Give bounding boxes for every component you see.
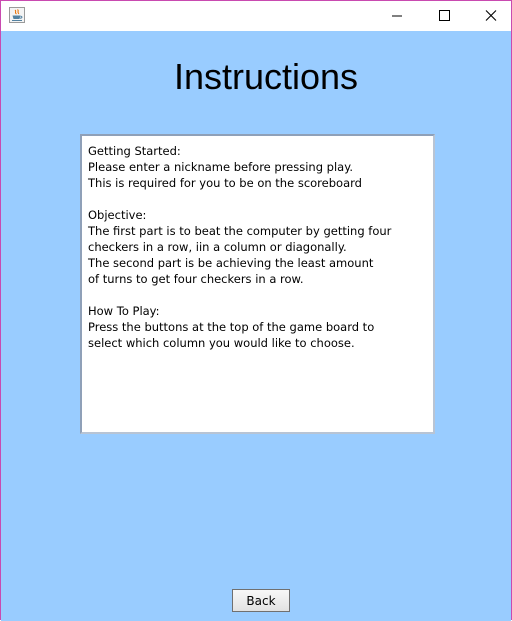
title-bar[interactable] [1, 1, 511, 31]
instructions-line: This is required for you to be on the sc… [88, 176, 362, 190]
instructions-line: How To Play: [88, 304, 160, 318]
maximize-icon [439, 10, 450, 21]
close-button[interactable] [466, 1, 512, 31]
instructions-line: select which column you would like to ch… [88, 336, 355, 350]
instructions-line: Please enter a nickname before pressing … [88, 160, 354, 174]
page-title: Instructions [173, 56, 359, 97]
instructions-line: Getting Started: [88, 144, 181, 158]
instructions-line: checkers in a row, iin a column or diago… [88, 240, 347, 254]
instructions-line [88, 287, 427, 303]
instructions-line: The second part is be achieving the leas… [88, 256, 374, 270]
close-icon [485, 10, 497, 21]
java-icon[interactable] [9, 7, 25, 23]
instructions-line: The first part is to beat the computer b… [88, 224, 392, 238]
instructions-line: Press the buttons at the top of the game… [88, 320, 375, 334]
minimize-icon [392, 15, 402, 17]
back-button[interactable]: Back [232, 589, 290, 612]
content-area: Instructions Getting Started: Please ent… [1, 31, 511, 621]
minimize-button[interactable] [374, 1, 420, 31]
instructions-line [88, 191, 427, 207]
instructions-window: Instructions Getting Started: Please ent… [0, 0, 512, 621]
maximize-button[interactable] [421, 1, 467, 31]
instructions-line: Objective: [88, 208, 147, 222]
instructions-line: of turns to get four checkers in a row. [88, 272, 304, 286]
instructions-text-area[interactable]: Getting Started: Please enter a nickname… [80, 134, 435, 434]
